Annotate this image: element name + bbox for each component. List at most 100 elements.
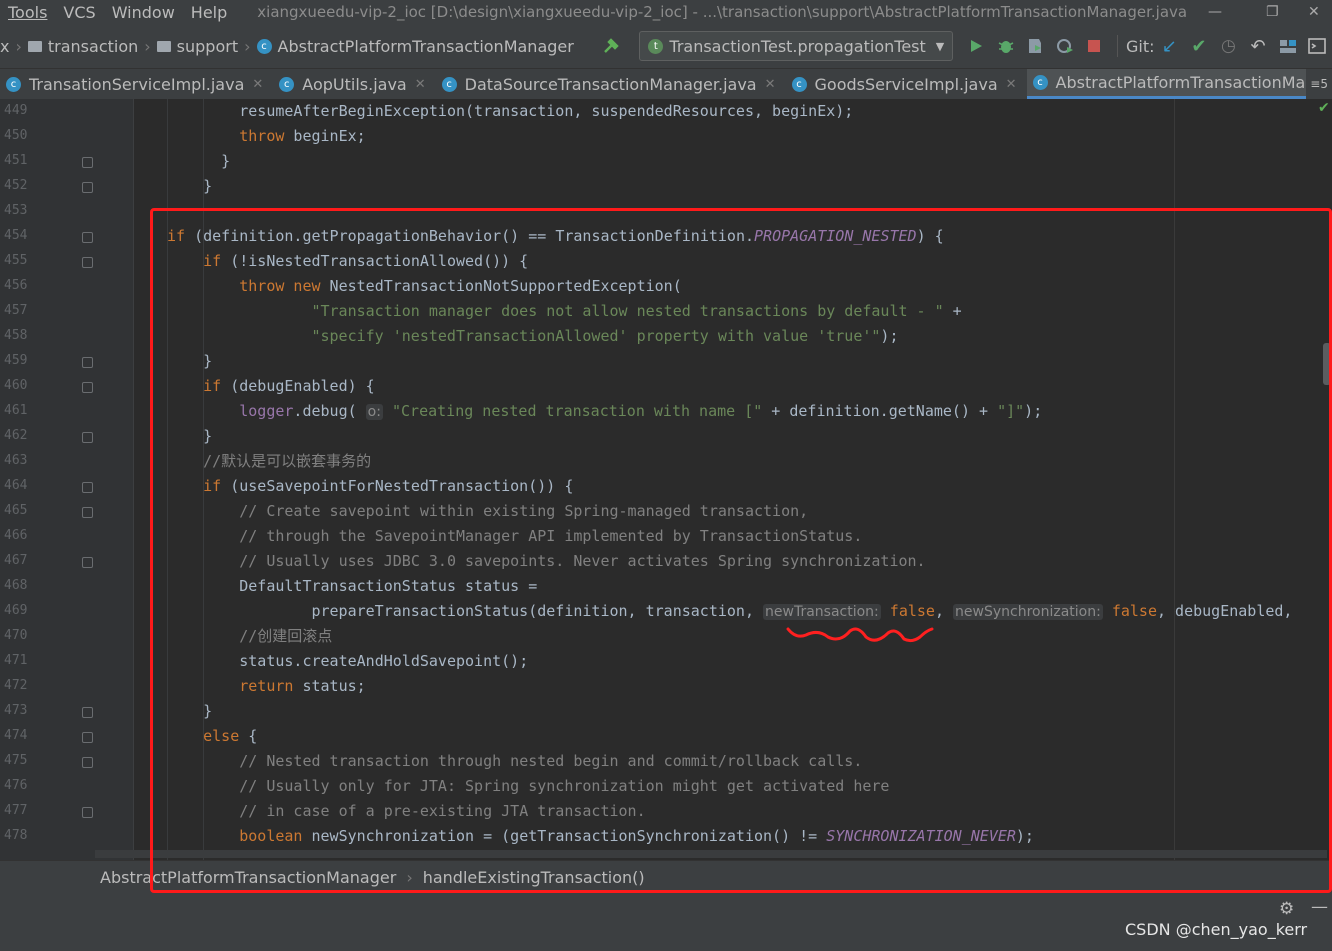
line-number[interactable]: 468 — [4, 578, 28, 593]
vertical-scrollbar-thumb[interactable] — [1323, 343, 1331, 385]
build-hammer-icon[interactable] — [600, 35, 622, 57]
line-number[interactable]: 477 — [4, 803, 28, 818]
code-token: // in case of a pre-existing JTA transac… — [239, 802, 646, 820]
fold-marker-icon[interactable] — [82, 232, 93, 243]
line-number[interactable]: 451 — [4, 153, 28, 168]
fold-marker-icon[interactable] — [82, 707, 93, 718]
git-update-icon[interactable]: ↙ — [1159, 35, 1181, 57]
git-rollback-icon[interactable]: ↶ — [1247, 35, 1269, 57]
tabs-overflow-button[interactable]: ≡5 — [1306, 69, 1332, 99]
fold-marker-icon[interactable] — [82, 382, 93, 393]
line-number[interactable]: 459 — [4, 353, 28, 368]
fold-marker-icon[interactable] — [82, 732, 93, 743]
terminal-icon[interactable] — [1306, 35, 1328, 57]
code-line: throw new NestedTransactionNotSupportedE… — [239, 274, 682, 299]
run-icon[interactable] — [965, 35, 987, 57]
git-commit-icon[interactable]: ✔ — [1188, 35, 1210, 57]
nav-crumb-transaction[interactable]: transaction — [27, 37, 138, 56]
line-number[interactable]: 478 — [4, 828, 28, 843]
chevron-right-icon: › — [15, 36, 22, 56]
menu-vcs[interactable]: VCS — [55, 3, 103, 22]
line-number[interactable]: 471 — [4, 653, 28, 668]
hide-panel-icon[interactable]: — — [1311, 897, 1328, 917]
run-configuration-select[interactable]: t TransactionTest.propagationTest ▼ — [639, 31, 954, 61]
fold-marker-icon[interactable] — [82, 757, 93, 768]
tab-datasource-transaction-manager[interactable]: c DataSourceTransactionManager.java ✕ — [436, 69, 786, 99]
debug-icon[interactable] — [995, 35, 1017, 57]
code-token: if — [203, 252, 222, 270]
breadcrumb-method[interactable]: handleExistingTransaction() — [423, 868, 645, 887]
code-token: boolean — [239, 827, 303, 845]
nav-crumb-class[interactable]: c AbstractPlatformTransactionManager — [256, 37, 574, 56]
chevron-right-icon: › — [406, 867, 413, 887]
menu-help[interactable]: Help — [183, 3, 235, 22]
restore-icon[interactable]: ❐ — [1266, 0, 1279, 24]
line-number[interactable]: 476 — [4, 778, 28, 793]
fold-marker-icon[interactable] — [82, 807, 93, 818]
line-number[interactable]: 463 — [4, 453, 28, 468]
stop-icon[interactable] — [1083, 35, 1105, 57]
code-token: { — [239, 727, 258, 745]
code-token: + — [943, 302, 962, 320]
line-number[interactable]: 470 — [4, 628, 28, 643]
line-number[interactable]: 453 — [4, 203, 28, 218]
horizontal-scrollbar[interactable] — [95, 850, 1327, 858]
close-tab-icon[interactable]: ✕ — [1006, 77, 1017, 92]
minimize-icon[interactable]: — — [1208, 0, 1222, 24]
tab-goods-service-impl[interactable]: c GoodsServiceImpl.java ✕ — [786, 69, 1027, 99]
line-number[interactable]: 458 — [4, 328, 28, 343]
nav-crumb-support[interactable]: support — [156, 37, 238, 56]
fold-marker-icon[interactable] — [82, 257, 93, 268]
line-number[interactable]: 474 — [4, 728, 28, 743]
line-number[interactable]: 457 — [4, 303, 28, 318]
close-window-icon[interactable]: ✕ — [1308, 0, 1320, 24]
line-number[interactable]: 465 — [4, 503, 28, 518]
fold-marker-icon[interactable] — [82, 482, 93, 493]
fold-marker-icon[interactable] — [82, 507, 93, 518]
line-number[interactable]: 449 — [4, 103, 28, 118]
line-number[interactable]: 475 — [4, 753, 28, 768]
line-number[interactable]: 460 — [4, 378, 28, 393]
fold-marker-icon[interactable] — [82, 157, 93, 168]
line-number[interactable]: 473 — [4, 703, 28, 718]
close-tab-icon[interactable]: ✕ — [252, 77, 263, 92]
gear-icon[interactable]: ⚙ — [1279, 899, 1294, 919]
project-structure-icon[interactable] — [1277, 35, 1299, 57]
breadcrumb-class[interactable]: AbstractPlatformTransactionManager — [100, 868, 396, 887]
line-number[interactable]: 450 — [4, 128, 28, 143]
code-token: prepareTransactionStatus(definition, tra… — [311, 602, 764, 620]
fold-marker-icon[interactable] — [82, 357, 93, 368]
tab-abstract-platform-transaction-manager[interactable]: c AbstractPlatformTransactionManager.jav… — [1026, 69, 1307, 99]
line-number[interactable]: 461 — [4, 403, 28, 418]
code-token: } — [203, 177, 213, 195]
code-line: } — [203, 424, 212, 449]
git-history-icon[interactable]: ◷ — [1218, 35, 1240, 57]
code-editor[interactable]: resumeAfterBeginException(transaction, s… — [134, 99, 1324, 860]
line-number[interactable]: 452 — [4, 178, 28, 193]
menu-window[interactable]: Window — [104, 3, 183, 22]
line-number[interactable]: 469 — [4, 603, 28, 618]
line-number[interactable]: 466 — [4, 528, 28, 543]
close-tab-icon[interactable]: ✕ — [415, 77, 426, 92]
tab-transation-service-impl[interactable]: c TransationServiceImpl.java ✕ — [0, 69, 273, 99]
line-number[interactable]: 467 — [4, 553, 28, 568]
line-number[interactable]: 464 — [4, 478, 28, 493]
code-token: else — [203, 727, 240, 745]
fold-marker-icon[interactable] — [82, 432, 93, 443]
code-token: PROPAGATION_NESTED — [754, 227, 917, 245]
code-token: , — [934, 602, 954, 620]
menu-tools[interactable]: Tools — [0, 3, 55, 22]
line-number[interactable]: 472 — [4, 678, 28, 693]
fold-marker-icon[interactable] — [82, 557, 93, 568]
coverage-icon[interactable] — [1024, 35, 1046, 57]
code-token: (definition.getPropagationBehavior() == … — [185, 227, 755, 245]
line-number[interactable]: 462 — [4, 428, 28, 443]
line-number[interactable]: 454 — [4, 228, 28, 243]
line-number[interactable]: 456 — [4, 278, 28, 293]
tab-aop-utils[interactable]: c AopUtils.java ✕ — [273, 69, 435, 99]
line-number[interactable]: 455 — [4, 253, 28, 268]
fold-marker-icon[interactable] — [82, 182, 93, 193]
close-tab-icon[interactable]: ✕ — [765, 77, 776, 92]
profile-icon[interactable] — [1054, 35, 1076, 57]
code-line: } — [221, 149, 230, 174]
